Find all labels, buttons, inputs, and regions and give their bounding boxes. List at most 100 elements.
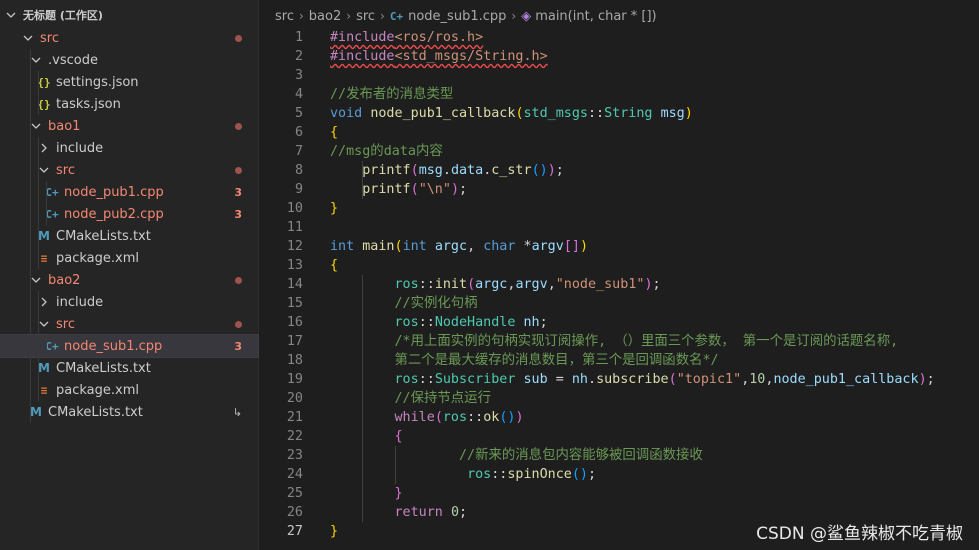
problem-count-badge: 3	[234, 207, 242, 221]
tree-item-src[interactable]: src	[0, 27, 258, 49]
code-line[interactable]: 11	[259, 218, 979, 237]
tree-item-src[interactable]: src	[0, 159, 258, 181]
code-token: ::	[418, 277, 435, 292]
code-line[interactable]: 25 }	[259, 484, 979, 503]
breadcrumb-item[interactable]: src	[356, 9, 375, 24]
code-token: ;	[459, 182, 468, 197]
code-token: (	[515, 106, 524, 121]
tree-item-include[interactable]: include	[0, 137, 258, 159]
code-token: ;	[539, 315, 548, 330]
code-token: spinOnce	[507, 467, 572, 482]
method-cube-icon: ◈	[521, 8, 532, 24]
code-token: msg	[660, 106, 685, 121]
tree-item-label: settings.json	[56, 74, 139, 90]
line-number: 26	[286, 505, 303, 520]
code-line[interactable]: 19 ros::Subscriber sub = nh.subscribe("t…	[259, 370, 979, 389]
tree-item-node-pub2-cpp[interactable]: C+ node_pub2.cpp 3	[0, 203, 258, 225]
tree-item-package-xml[interactable]: ≡ package.xml	[0, 379, 258, 401]
code-token: (	[434, 410, 443, 425]
indent-guide	[38, 71, 39, 93]
tree-item-label: src	[56, 316, 75, 332]
tree-item-package-xml[interactable]: ≡ package.xml	[0, 247, 258, 269]
code-line[interactable]: 7 //msg的data内容	[259, 142, 979, 161]
code-line[interactable]: 13 {	[259, 256, 979, 275]
code-token: (	[394, 239, 403, 254]
problem-count-badge: 3	[234, 185, 242, 199]
code-line[interactable]: 15 //实例化句柄	[259, 294, 979, 313]
tree-item--vscode[interactable]: .vscode	[0, 49, 258, 71]
code-line[interactable]: 23 //新来的消息包内容能够被回调函数接收	[259, 446, 979, 465]
code-token: =	[547, 372, 572, 387]
tree-item-tasks-json[interactable]: {} tasks.json	[0, 93, 258, 115]
code-token: ::	[491, 467, 508, 482]
code-token: ;	[926, 372, 935, 387]
code-token: subscribe	[596, 372, 669, 387]
indent-guide	[30, 137, 31, 159]
tree-item-bao2[interactable]: bao2	[0, 269, 258, 291]
indent-guide	[30, 247, 31, 269]
code-token: ;	[555, 163, 564, 178]
code-token: "\n"	[418, 182, 451, 197]
line-number: 9	[294, 182, 303, 197]
workspace-header[interactable]: 无标题 (工作区)	[0, 5, 258, 25]
code-line[interactable]: 1 #include<ros/ros.h>	[259, 28, 979, 47]
tree-item-include[interactable]: include	[0, 291, 258, 313]
code-line[interactable]: 16 ros::NodeHandle nh;	[259, 313, 979, 332]
code-token: }	[394, 486, 403, 501]
chevron-down-icon[interactable]	[20, 30, 36, 46]
breadcrumb-item[interactable]: node_sub1.cpp	[408, 9, 506, 24]
breadcrumb-item[interactable]: bao2	[309, 9, 341, 24]
code-line[interactable]: 10}	[259, 199, 979, 218]
code-line[interactable]: 24 ros::spinOnce();	[259, 465, 979, 484]
code-line[interactable]: 20 //保持节点运行	[259, 389, 979, 408]
tree-item-bao1[interactable]: bao1	[0, 115, 258, 137]
code-line[interactable]: 4 //发布者的消息类型	[259, 85, 979, 104]
code-line[interactable]: 5 void node_pub1_callback(std_msgs::Strin…	[259, 104, 979, 123]
indent-guide	[30, 269, 31, 291]
tree-item-label: bao1	[48, 118, 81, 134]
tree-item-cmakelists-txt[interactable]: M CMakeLists.txt ↳	[0, 401, 258, 423]
code-line[interactable]: 21 while(ros::ok())	[259, 408, 979, 427]
tree-item-cmakelists-txt[interactable]: M CMakeLists.txt	[0, 357, 258, 379]
code-text: {	[330, 256, 338, 275]
code-token: data	[450, 163, 484, 178]
code-line[interactable]: 14 ros::init(argc,argv,"node_sub1");	[259, 275, 979, 294]
code-line[interactable]: 18 第二个是最大缓存的消息数目，第三个是回调函数名*/	[259, 351, 979, 370]
breadcrumb-item[interactable]: main(int, char * [])	[535, 9, 656, 24]
code-token: while	[394, 410, 435, 425]
code-line[interactable]: 17 /*用上面实例的句柄实现订阅操作, （）里面三个参数， 第一个是订阅的话题…	[259, 332, 979, 351]
code-token: ;	[652, 277, 661, 292]
tree-item-label: node_pub2.cpp	[64, 206, 164, 222]
tree-item-node-pub1-cpp[interactable]: C+ node_pub1.cpp 3	[0, 181, 258, 203]
code-line[interactable]: 2 #include<std_msgs/String.h>	[259, 47, 979, 66]
code-line[interactable]: 9 printf("\n");	[259, 180, 979, 199]
code-token: ros	[394, 315, 419, 330]
breadcrumb-item[interactable]: src	[275, 9, 294, 24]
line-number: 11	[286, 220, 303, 235]
code-token: ;	[588, 467, 597, 482]
code-line[interactable]: 3	[259, 66, 979, 85]
indent-guide	[38, 93, 39, 115]
code-token: ros	[394, 277, 419, 292]
code-token: (	[410, 182, 419, 197]
tree-item-src[interactable]: src	[0, 313, 258, 335]
code-token: ()	[499, 410, 516, 425]
code-line[interactable]: 6{	[259, 123, 979, 142]
line-number: 14	[286, 277, 303, 292]
tree-item-node-sub1-cpp[interactable]: C+ node_sub1.cpp 3	[0, 334, 259, 358]
code-token: String	[604, 106, 653, 121]
tree-item-settings-json[interactable]: {} settings.json	[0, 71, 258, 93]
code-token: ,	[467, 239, 484, 254]
code-line[interactable]: 22 {	[259, 427, 979, 446]
code-line[interactable]: 8 printf(msg.data.c_str());	[259, 161, 979, 180]
code-area[interactable]: 1 #include<ros/ros.h> 2 #include<std_msgs/S…	[259, 28, 979, 541]
tree-item-cmakelists-txt[interactable]: M CMakeLists.txt	[0, 225, 258, 247]
code-token: ::	[418, 372, 435, 387]
code-line[interactable]: 12 int main(int argc, char *argv[])	[259, 237, 979, 256]
tree-item-label: src	[56, 162, 75, 178]
